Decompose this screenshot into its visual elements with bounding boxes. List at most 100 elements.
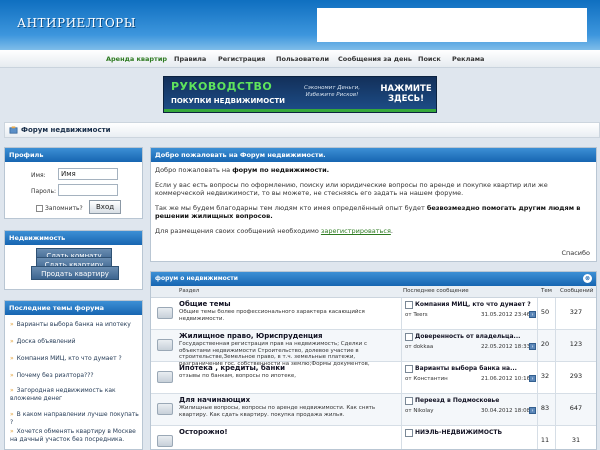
last-post-date: 30.04.2012 18:08 xyxy=(481,408,531,414)
latest-topic-item[interactable]: » Доска объявлений xyxy=(10,338,140,346)
latest-topic-item[interactable]: » Хочется обменять квартиру в Москве на д… xyxy=(10,428,138,444)
bullet-icon: » xyxy=(10,387,14,394)
welcome-paragraph: Добро пожаловать на форум по недвижимост… xyxy=(155,166,330,174)
forum-name-link[interactable]: Общие темы xyxy=(179,300,231,308)
forum-home-icon xyxy=(9,126,18,134)
realty-panel-title: Недвижимость xyxy=(5,231,142,245)
welcome-body: Добро пожаловать на форум по недвижимост… xyxy=(151,162,596,246)
nav-rent[interactable]: Аренда квартир xyxy=(106,55,167,63)
banner-cta-line2: ЗДЕСЬ! xyxy=(387,94,424,104)
forum-name-link[interactable]: Осторожно! xyxy=(179,428,228,436)
header-ad-slot xyxy=(317,8,587,42)
banner-title: РУКОВОДСТВО xyxy=(171,80,273,93)
col-posts: Сообщений xyxy=(560,288,594,294)
last-post-link[interactable]: Компания МИЦ, кто что думает ? xyxy=(415,301,531,308)
sell-apartment-button[interactable]: Продать квартиру xyxy=(31,266,119,280)
nav-users[interactable]: Пользователи xyxy=(276,55,329,63)
forum-rows: Общие темы Общие темы более профессионал… xyxy=(151,298,596,449)
forum-description: Общие темы более профессионального харак… xyxy=(179,309,365,322)
go-to-last-post-icon[interactable]: › xyxy=(529,407,536,414)
remember-checkbox[interactable] xyxy=(36,205,43,212)
last-post-author[interactable]: от Nikolay xyxy=(405,408,433,414)
realty-panel: Недвижимость Сдать комнату Сдать квартир… xyxy=(4,230,143,290)
welcome-paragraph: Так же мы будем благодарны тем людям кто… xyxy=(155,204,581,220)
bullet-icon: » xyxy=(10,428,14,435)
forum-description: Жилищные вопросы, вопросы по аренде недв… xyxy=(179,405,376,418)
password-label: Пароль: xyxy=(31,188,57,195)
bullet-icon: » xyxy=(10,338,14,345)
welcome-paragraph: Если у вас есть вопросы по оформлению, п… xyxy=(155,181,548,197)
banner-cta-line1: НАЖМИТЕ xyxy=(380,84,432,94)
go-to-last-post-icon[interactable]: › xyxy=(529,375,536,382)
site-logo[interactable]: АНТИРИЕЛТОРЫ xyxy=(17,16,136,30)
ad-banner[interactable]: РУКОВОДСТВО ПОКУПКИ НЕДВИЖИМОСТИ Сэконом… xyxy=(163,76,437,113)
forum-name-link[interactable]: Для начинающих xyxy=(179,396,250,404)
password-input[interactable] xyxy=(58,184,118,196)
last-post-link[interactable]: Переезд в Подмосковье xyxy=(415,397,499,404)
last-post-link[interactable]: НИЭЛЬ-НЕДВИЖИМОСТЬ xyxy=(415,429,502,436)
post-count: 31 xyxy=(571,436,581,444)
topic-count: 32 xyxy=(540,372,550,380)
latest-topic-item[interactable]: » Загородная недвижимость как вложение де… xyxy=(10,387,130,403)
table-row: Осторожно! НИЭЛЬ-НЕДВИЖИМОСТЬ 11 31 xyxy=(151,426,596,449)
post-icon xyxy=(405,397,413,405)
forum-folder-icon xyxy=(157,339,173,351)
site-header: АНТИРИЕЛТОРЫ xyxy=(0,0,600,50)
last-post-author[interactable]: от Teers xyxy=(405,312,428,318)
banner-subtitle: ПОКУПКИ НЕДВИЖИМОСТИ xyxy=(171,97,285,105)
forum-table: форум о недвижимости ⊗ Раздел Последнее … xyxy=(150,271,597,450)
forum-folder-icon xyxy=(157,435,173,447)
welcome-paragraph: Для размещения своих сообщений необходим… xyxy=(155,227,393,235)
latest-topic-item[interactable]: » Варианты выбора банка на ипотеку xyxy=(10,321,140,329)
post-icon xyxy=(405,429,413,437)
col-last-post: Последнее сообщение xyxy=(403,288,469,294)
banner-cta-button[interactable]: НАЖМИТЕ ЗДЕСЬ! xyxy=(378,80,434,110)
forum-folder-icon xyxy=(157,403,173,415)
last-post-date: 21.06.2012 10:16 xyxy=(481,376,531,382)
login-button[interactable]: Вход xyxy=(89,200,122,214)
bullet-icon: » xyxy=(10,411,14,418)
nav-register[interactable]: Регистрация xyxy=(218,55,265,63)
latest-topics-panel: Последние темы форума » Варианты выбора б… xyxy=(4,300,143,450)
last-post-author[interactable]: от Константин xyxy=(405,376,448,382)
post-icon xyxy=(405,333,413,341)
breadcrumb: Форум недвижимости xyxy=(4,122,600,138)
category-header[interactable]: форум о недвижимости ⊗ xyxy=(151,272,596,286)
table-row: Для начинающих Жилищные вопросы, вопросы… xyxy=(151,394,596,426)
post-count: 293 xyxy=(569,372,583,380)
last-post-link[interactable]: Доверенность от владельца... xyxy=(415,333,520,340)
latest-topic-item[interactable]: » Почему без риэлтора??? xyxy=(10,372,140,380)
forum-description: отзывы по банкам, вопросы по ипотеке, xyxy=(179,373,297,379)
go-to-last-post-icon[interactable]: › xyxy=(529,343,536,350)
post-icon xyxy=(405,365,413,373)
bullet-icon: » xyxy=(10,372,14,379)
forum-folder-icon xyxy=(157,307,173,319)
last-post-link[interactable]: Варианты выбора банка на... xyxy=(415,365,517,372)
nav-rules[interactable]: Правила xyxy=(174,55,206,63)
username-input[interactable] xyxy=(58,168,118,180)
collapse-icon[interactable]: ⊗ xyxy=(583,274,592,283)
topic-count: 20 xyxy=(540,340,550,348)
latest-topic-item[interactable]: » Компания МИЦ, кто что думает ? xyxy=(10,355,140,363)
forum-name-link[interactable]: Ипотека , кредиты, банки xyxy=(179,364,285,372)
thanks-link[interactable]: Спасибо xyxy=(561,249,590,257)
last-post-author[interactable]: от dokkaa xyxy=(405,344,433,350)
topic-count: 50 xyxy=(540,308,550,316)
profile-panel-title: Профиль xyxy=(5,148,142,162)
go-to-last-post-icon[interactable]: › xyxy=(529,311,536,318)
last-post-date: 31.05.2012 23:46 xyxy=(481,312,531,318)
nav-search[interactable]: Поиск xyxy=(418,55,441,63)
category-title: форум о недвижимости xyxy=(155,275,238,282)
topic-count: 83 xyxy=(540,404,550,412)
bullet-icon: » xyxy=(10,355,14,362)
nav-today-posts[interactable]: Сообщения за день xyxy=(338,55,412,63)
page-title[interactable]: Форум недвижимости xyxy=(21,126,111,134)
nav-advertising[interactable]: Реклама xyxy=(452,55,484,63)
table-row: Ипотека , кредиты, банки отзывы по банка… xyxy=(151,362,596,394)
forum-name-link[interactable]: Жилищное право, Юриспруденция xyxy=(179,332,323,340)
register-link[interactable]: зарегистрироваться xyxy=(321,227,391,235)
post-count: 647 xyxy=(569,404,583,412)
col-section: Раздел xyxy=(179,288,200,294)
latest-topic-item[interactable]: » В каком направлении лучше покупать ? xyxy=(10,411,140,427)
latest-topics-title: Последние темы форума xyxy=(5,301,142,315)
